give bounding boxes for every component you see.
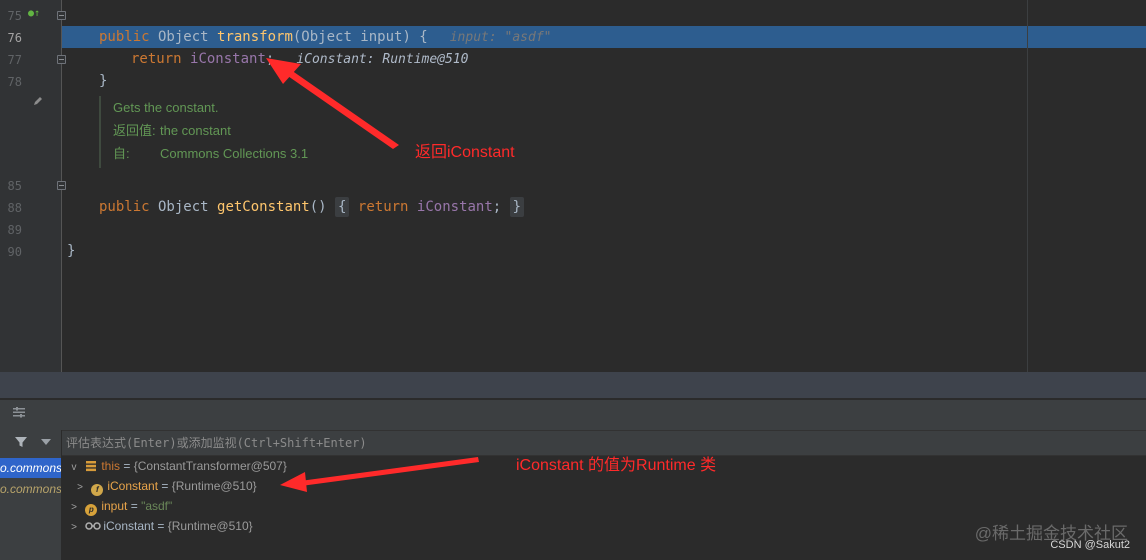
filter-icon[interactable]	[14, 435, 28, 449]
watch-glasses-icon	[85, 522, 102, 530]
watermark-csdn: CSDN @Sakut2	[1050, 539, 1130, 551]
code-text: ;	[492, 199, 502, 215]
doc-since-label: 自:	[113, 146, 130, 161]
edit-doc-icon[interactable]	[32, 95, 44, 107]
keyword: return	[357, 199, 409, 215]
doc-return-value: the constant	[160, 123, 231, 138]
object-lines-icon	[86, 461, 97, 472]
chevron-down-icon[interactable]	[41, 439, 51, 445]
code-line-89[interactable]: }	[0, 218, 1146, 259]
parameter-icon: p	[85, 504, 98, 516]
method-name: getConstant	[217, 199, 310, 215]
expand-toggle-icon[interactable]: >	[68, 498, 80, 518]
expand-toggle-icon[interactable]: >	[68, 518, 80, 538]
variable-row[interactable]: v this = {ConstantTransformer@507}	[68, 456, 287, 476]
expand-toggle-icon[interactable]: v	[68, 458, 80, 478]
doc-return-label: 返回值:	[113, 123, 156, 138]
code-line-77[interactable]: }	[0, 48, 1146, 89]
variable-value: {Runtime@510}	[167, 519, 253, 533]
code-text: }	[67, 243, 76, 259]
folded-region-end[interactable]: }	[509, 197, 525, 217]
variable-eq: =	[127, 499, 142, 513]
frame-item[interactable]: o.commons	[0, 479, 61, 499]
code-line-75[interactable]: public Object transform(Object input) {i…	[0, 4, 1146, 45]
variable-value: {Runtime@510}	[171, 479, 257, 493]
annotation-runtime: iConstant 的值为Runtime 类	[516, 457, 717, 474]
variable-name: this	[101, 459, 121, 473]
code-text: }	[99, 73, 108, 89]
expand-toggle-icon[interactable]: >	[74, 478, 86, 498]
variable-row[interactable]: > iConstant = {Runtime@510}	[68, 516, 253, 536]
code-text: Object	[149, 199, 218, 215]
right-margin-guide	[1027, 0, 1028, 372]
annotation-return: 返回iConstant	[415, 144, 515, 161]
variable-eq: =	[154, 519, 168, 533]
frame-item[interactable]: o.commons.	[0, 458, 61, 478]
panel-splitter[interactable]	[0, 372, 1146, 398]
layout-settings-icon[interactable]	[12, 406, 26, 418]
frames-list[interactable]: o.commons. o.commons	[0, 456, 62, 560]
variable-row[interactable]: > p input = "asdf"	[68, 496, 172, 516]
folded-region-start[interactable]: {	[335, 197, 350, 217]
doc-summary: Gets the constant.	[113, 100, 219, 115]
variable-eq: =	[120, 459, 134, 473]
variable-value: {ConstantTransformer@507}	[133, 459, 287, 473]
variable-name: input	[101, 499, 128, 513]
frames-toolbar	[0, 430, 62, 456]
field-name: iConstant	[416, 199, 493, 215]
debug-toolbar	[0, 400, 1146, 430]
variable-name: iConstant	[103, 519, 155, 533]
code-line-85[interactable]: public Object getConstant() { return iCo…	[0, 174, 1146, 217]
variable-eq: =	[158, 479, 172, 493]
doc-since-value: Commons Collections 3.1	[160, 146, 309, 161]
variable-value: "asdf"	[141, 499, 173, 513]
variable-name: iConstant	[107, 479, 159, 493]
rendered-javadoc: Gets the constant. 返回值: the constant 自: Co…	[99, 96, 419, 168]
code-text: ()	[309, 199, 336, 215]
code-editor[interactable]: 75 ●↑ 76 77 78 85 88 89 90 public Object…	[0, 0, 1146, 372]
field-icon: f	[91, 484, 104, 496]
keyword: public	[99, 199, 150, 215]
variable-row[interactable]: > f iConstant = {Runtime@510}	[74, 476, 257, 496]
code-line-76[interactable]: return iConstant; iConstant: Runtime@510	[0, 26, 1146, 67]
